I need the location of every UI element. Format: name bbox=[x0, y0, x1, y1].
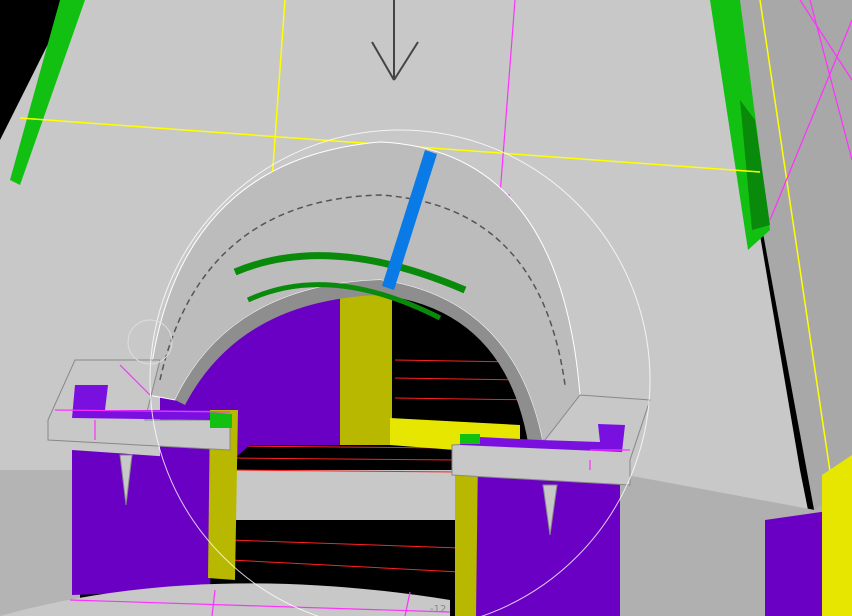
right-capital-green bbox=[460, 434, 480, 444]
lower-ledge-left[interactable] bbox=[0, 470, 80, 616]
3d-viewport[interactable] bbox=[0, 0, 852, 616]
yellow-pillar-right[interactable] bbox=[455, 455, 478, 616]
yellow-block-far-right[interactable] bbox=[822, 455, 852, 616]
yellow-pillar-center[interactable] bbox=[340, 282, 392, 445]
purple-wall-left-lower[interactable] bbox=[72, 450, 215, 595]
left-capital-green bbox=[210, 412, 232, 428]
bottom-label-fragment: -12 bbox=[430, 604, 447, 615]
